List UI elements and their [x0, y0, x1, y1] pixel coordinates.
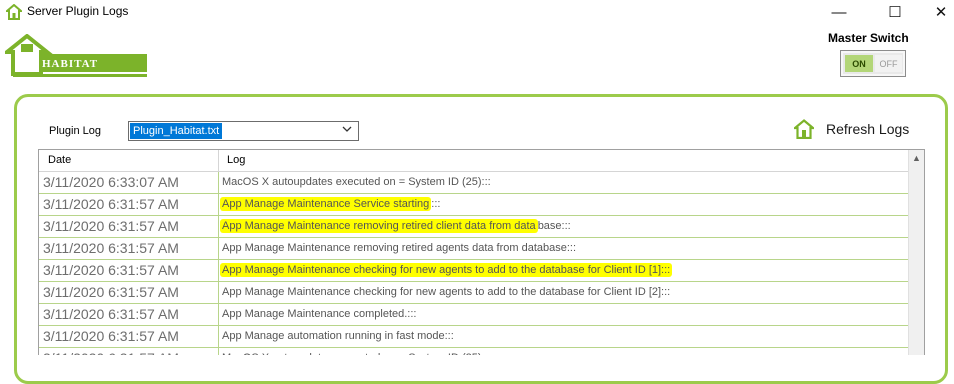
title-bar: Server Plugin Logs — ☐ ✕	[0, 0, 954, 24]
master-switch-label: Master Switch	[828, 31, 909, 45]
switch-on-label: ON	[845, 55, 873, 72]
table-row[interactable]: 3/11/2020 6:31:57 AM App Manage Maintenan…	[39, 260, 911, 282]
table-row[interactable]: 3/11/2020 6:31:57 AM App Manage Maintenan…	[39, 238, 911, 260]
plugin-log-dropdown[interactable]: Plugin_Habitat.txt	[128, 121, 359, 141]
log-highlight: App Manage Maintenance Service starting	[220, 197, 432, 211]
row-log: App Manage Maintenance Service starting:…	[219, 194, 911, 215]
chevron-down-icon[interactable]	[342, 124, 352, 137]
row-log: MacOS X autoupdates executed on = System…	[222, 176, 491, 188]
grid-rows: 3/11/2020 6:33:07 AM MacOS X autoupdates …	[39, 172, 911, 355]
row-date: 3/11/2020 6:31:57 AM	[39, 238, 219, 259]
plugin-log-selected: Plugin_Habitat.txt	[130, 123, 223, 139]
column-header-date[interactable]: Date	[39, 150, 219, 171]
row-date: 3/11/2020 6:31:57 AM	[39, 282, 219, 303]
table-row[interactable]: 3/11/2020 6:31:57 AM App Manage Maintenan…	[39, 216, 911, 238]
table-row[interactable]: 3/11/2020 6:31:57 AM App Manage Maintenan…	[39, 282, 911, 304]
table-row[interactable]: 3/11/2020 6:31:57 AMMacOS X autoupdates …	[39, 348, 911, 355]
log-text: base:::	[537, 220, 571, 232]
refresh-logs-label: Refresh Logs	[826, 121, 910, 137]
house-icon	[794, 119, 814, 139]
row-date: 3/11/2020 6:31:57 AM	[39, 348, 219, 355]
row-log: App Manage Maintenance removing retired …	[219, 216, 911, 237]
row-date: 3/11/2020 6:31:57 AM	[39, 326, 219, 347]
row-log: App Manage Maintenance checking for new …	[219, 260, 911, 281]
row-date: 3/11/2020 6:33:07 AM	[39, 172, 219, 193]
column-header-log[interactable]: Log	[219, 150, 909, 171]
log-highlight: App Manage Maintenance checking for new …	[220, 263, 673, 277]
logo-text: HABITAT	[42, 58, 99, 70]
window-title: Server Plugin Logs	[27, 4, 129, 18]
refresh-logs-button[interactable]: Refresh Logs	[794, 118, 909, 140]
row-date: 3/11/2020 6:31:57 AM	[39, 260, 219, 281]
row-log: App Manage automation running in fast mo…	[222, 330, 454, 342]
table-row[interactable]: 3/11/2020 6:33:07 AM MacOS X autoupdates …	[39, 172, 911, 194]
log-grid[interactable]: Date Log 3/11/2020 6:33:07 AM MacOS X aut…	[38, 149, 925, 355]
table-row[interactable]: 3/11/2020 6:31:57 AM App Manage automatio…	[39, 326, 911, 348]
log-highlight: App Manage Maintenance removing retired …	[220, 219, 538, 233]
row-log: App Manage Maintenance completed.:::	[222, 308, 417, 320]
row-log: App Manage Maintenance checking for new …	[222, 286, 671, 298]
master-switch-toggle[interactable]: ON OFF	[840, 50, 906, 77]
row-log: MacOS X autoupdates executed on = System…	[219, 348, 911, 355]
row-date: 3/11/2020 6:31:57 AM	[39, 304, 219, 325]
close-button[interactable]: ✕	[918, 0, 954, 24]
row-date: 3/11/2020 6:31:57 AM	[39, 194, 219, 215]
vertical-scrollbar[interactable]: ▲	[908, 150, 924, 355]
maximize-button[interactable]: ☐	[872, 0, 918, 24]
table-row[interactable]: 3/11/2020 6:31:57 AM App Manage Maintenan…	[39, 194, 911, 216]
grid-header: Date Log	[39, 150, 911, 172]
row-date: 3/11/2020 6:31:57 AM	[39, 216, 219, 237]
minimize-button[interactable]: —	[816, 0, 862, 24]
table-row[interactable]: 3/11/2020 6:31:57 AM App Manage Maintenan…	[39, 304, 911, 326]
switch-off-label: OFF	[875, 55, 902, 72]
house-icon	[6, 4, 22, 20]
scroll-up-icon[interactable]: ▲	[912, 153, 921, 163]
row-log: App Manage Maintenance removing retired …	[222, 242, 577, 254]
plugin-log-label: Plugin Log	[49, 125, 101, 137]
log-text: :::	[431, 198, 441, 210]
habitat-logo	[5, 34, 147, 77]
